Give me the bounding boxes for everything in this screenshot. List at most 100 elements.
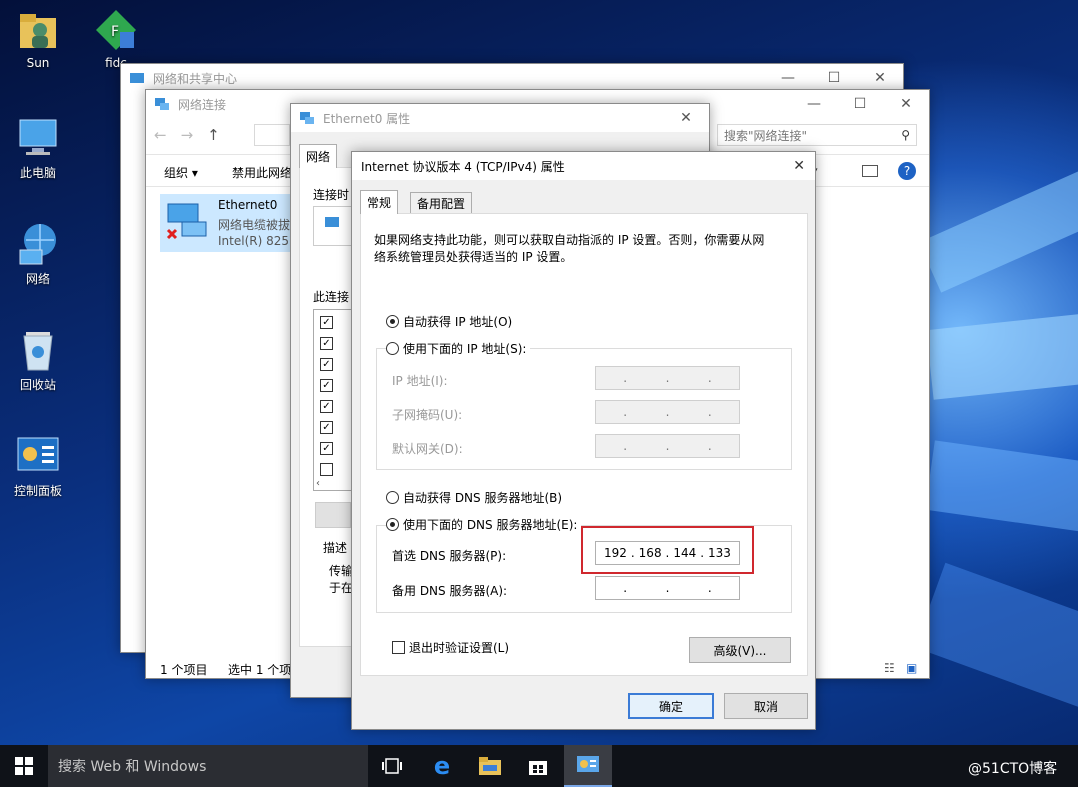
- ipv4-properties-dialog[interactable]: Internet 协议版本 4 (TCP/IPv4) 属性 ✕ 常规 备用配置 …: [351, 151, 816, 730]
- network-center-icon: [129, 70, 145, 86]
- forward-arrow-icon[interactable]: →: [181, 126, 194, 144]
- desktop-icon-fidc[interactable]: F fidc: [78, 8, 154, 70]
- item-checkbox[interactable]: ✓: [320, 358, 333, 371]
- desktop-icon-this-pc[interactable]: 此电脑: [0, 116, 76, 181]
- radio-label: 自动获得 IP 地址(O): [403, 315, 513, 329]
- radio-button[interactable]: [386, 518, 399, 531]
- manual-dns-radio[interactable]: 使用下面的 DNS 服务器地址(E):: [386, 516, 582, 533]
- search-icon: ⚲: [901, 128, 910, 142]
- ok-button[interactable]: 确定: [628, 693, 714, 719]
- network-adapter-icon: [164, 200, 210, 247]
- window-titlebar[interactable]: Ethernet0 属性 ✕: [291, 104, 709, 132]
- item-checkbox[interactable]: [320, 463, 333, 476]
- status-selected-count: 选中 1 个项: [228, 663, 292, 677]
- back-arrow-icon[interactable]: ←: [154, 126, 167, 144]
- taskbar-search-input[interactable]: 搜索 Web 和 Windows: [58, 756, 206, 776]
- item-checkbox[interactable]: ✓: [320, 316, 333, 329]
- taskbar-search-box[interactable]: 搜索 Web 和 Windows: [48, 745, 368, 787]
- globe-network-icon: [16, 222, 60, 266]
- recycle-bin-icon: [16, 328, 60, 372]
- window-title: 网络和共享中心: [153, 71, 238, 86]
- subnet-mask-label: 子网掩码(U):: [392, 408, 463, 422]
- control-panel-taskbar-button[interactable]: [564, 745, 612, 787]
- manual-ip-radio[interactable]: 使用下面的 IP 地址(S):: [386, 340, 531, 357]
- computer-icon: [16, 116, 60, 160]
- description-label: 描述: [323, 541, 348, 555]
- control-panel-icon: [577, 756, 599, 772]
- close-button[interactable]: ✕: [793, 158, 805, 174]
- desktop-icon-control-panel[interactable]: 控制面板: [0, 434, 76, 499]
- store-button[interactable]: [514, 745, 562, 787]
- adapter-item-ethernet0[interactable]: Ethernet0 网络电缆被拔 Intel(R) 8257: [160, 194, 300, 252]
- maximize-button[interactable]: ☐: [811, 64, 857, 92]
- item-checkbox[interactable]: ✓: [320, 400, 333, 413]
- checkbox[interactable]: [392, 641, 405, 654]
- item-checkbox[interactable]: ✓: [320, 421, 333, 434]
- search-box[interactable]: 搜索"网络连接" ⚲: [717, 124, 917, 146]
- svg-text:F: F: [111, 24, 119, 40]
- edge-browser-button[interactable]: e: [418, 745, 466, 787]
- auto-dns-radio[interactable]: 自动获得 DNS 服务器地址(B): [386, 489, 562, 506]
- ip-address-field[interactable]: ...: [595, 366, 740, 390]
- user-folder-icon: [16, 8, 60, 52]
- tab-network[interactable]: 网络: [299, 144, 338, 168]
- radio-label: 自动获得 DNS 服务器地址(B): [403, 491, 563, 505]
- desktop-icon-recycle-bin[interactable]: 回收站: [0, 328, 76, 393]
- items-list[interactable]: ✓ ✓ ✓ ✓ ✓ ✓ ✓ ‹: [313, 309, 353, 491]
- close-button[interactable]: ✕: [883, 90, 929, 118]
- item-checkbox[interactable]: ✓: [320, 379, 333, 392]
- item-checkbox[interactable]: ✓: [320, 337, 333, 350]
- alternate-dns-field[interactable]: ...: [595, 576, 740, 600]
- large-icons-view-icon[interactable]: ▣: [906, 661, 917, 675]
- task-view-button[interactable]: [368, 745, 416, 787]
- task-view-icon: [382, 758, 402, 774]
- tab-alternate-config[interactable]: 备用配置: [410, 192, 473, 214]
- close-button[interactable]: ✕: [857, 64, 903, 92]
- desktop-icon-label: Sun: [26, 56, 50, 70]
- desktop-icon-label: 回收站: [19, 378, 56, 392]
- cancel-button[interactable]: 取消: [724, 693, 808, 719]
- address-bar[interactable]: [254, 124, 290, 146]
- control-panel-icon: [16, 434, 60, 478]
- close-button[interactable]: ✕: [663, 104, 709, 132]
- radio-button[interactable]: [386, 342, 399, 355]
- desktop-icon-label: 此电脑: [19, 166, 56, 180]
- up-arrow-icon[interactable]: ↑: [207, 126, 220, 144]
- preview-pane-icon[interactable]: [862, 165, 878, 177]
- checkbox-label: 退出时验证设置(L): [409, 641, 510, 655]
- fiddler-icon: F: [94, 8, 138, 52]
- watermark-text: @51CTO博客: [968, 761, 1058, 777]
- help-icon[interactable]: ?: [898, 162, 916, 180]
- desktop-icon-label: 网络: [25, 272, 50, 286]
- search-input[interactable]: 搜索"网络连接": [724, 127, 807, 144]
- subnet-mask-field[interactable]: ...: [595, 400, 740, 424]
- items-label: 此连接: [313, 290, 350, 304]
- intro-line: 络系统管理员处获得适当的 IP 设置。: [374, 250, 573, 264]
- desktop-icon-sun[interactable]: Sun: [0, 8, 76, 70]
- desktop-icon-label: 控制面板: [13, 484, 62, 498]
- item-checkbox[interactable]: ✓: [320, 442, 333, 455]
- organize-menu[interactable]: 组织 ▾: [164, 164, 198, 181]
- details-view-icon[interactable]: ☷: [884, 661, 895, 675]
- maximize-button[interactable]: ☐: [837, 90, 883, 118]
- scroll-left-arrow[interactable]: ‹: [316, 478, 320, 489]
- dialog-titlebar[interactable]: Internet 协议版本 4 (TCP/IPv4) 属性 ✕: [352, 152, 815, 180]
- window-titlebar[interactable]: 网络和共享中心 — ☐ ✕: [121, 64, 903, 92]
- start-button[interactable]: [0, 745, 48, 787]
- radio-button[interactable]: [386, 491, 399, 504]
- minimize-button[interactable]: —: [791, 90, 837, 118]
- minimize-button[interactable]: —: [765, 64, 811, 92]
- auto-ip-radio[interactable]: 自动获得 IP 地址(O): [386, 313, 512, 330]
- desktop-icon-network[interactable]: 网络: [0, 222, 76, 287]
- advanced-button[interactable]: 高级(V)...: [689, 637, 791, 663]
- file-explorer-button[interactable]: [466, 745, 514, 787]
- install-button[interactable]: [315, 502, 351, 528]
- radio-label: 使用下面的 DNS 服务器地址(E):: [403, 518, 578, 532]
- description-text: 传输: [329, 564, 354, 578]
- store-bag-icon: [529, 761, 547, 775]
- tab-general[interactable]: 常规: [360, 190, 399, 214]
- disable-device-button[interactable]: 禁用此网络: [232, 164, 292, 181]
- validate-on-exit-checkbox[interactable]: 退出时验证设置(L): [392, 639, 509, 656]
- radio-button[interactable]: [386, 315, 399, 328]
- default-gateway-field[interactable]: ...: [595, 434, 740, 458]
